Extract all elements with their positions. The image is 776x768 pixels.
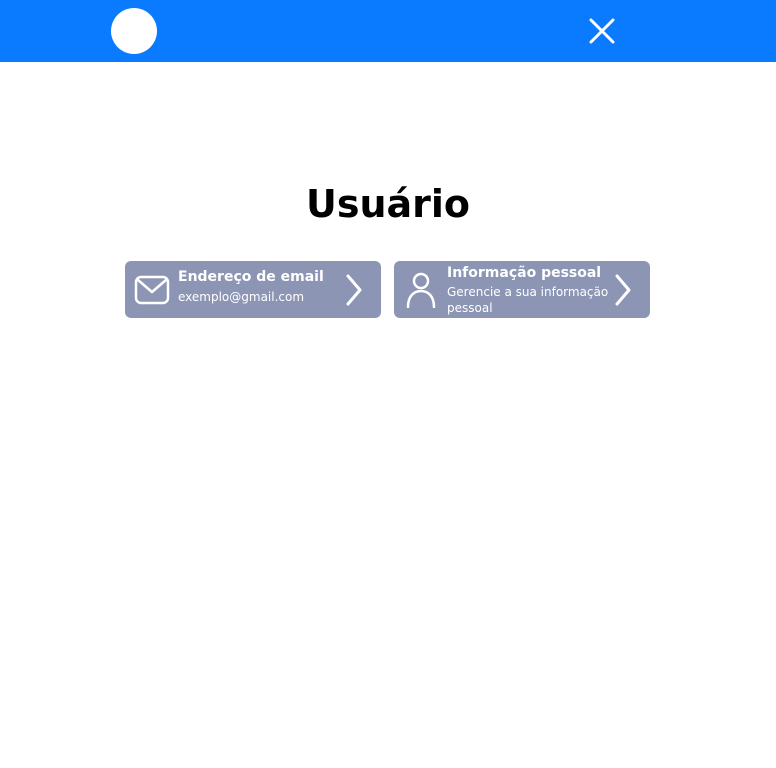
chevron-right-icon xyxy=(612,273,634,307)
personal-card-text: Informação pessoal Gerencie a sua inform… xyxy=(447,264,612,316)
page-title: Usuário xyxy=(305,182,471,226)
personal-info-card[interactable]: Informação pessoal Gerencie a sua inform… xyxy=(394,261,650,318)
email-card-label: Endereço de email xyxy=(178,269,324,285)
chevron-right-icon xyxy=(343,273,365,307)
personal-card-label: Informação pessoal xyxy=(447,265,602,281)
personal-card-description: Gerencie a sua informação pessoal xyxy=(447,285,609,315)
email-card-value: exemplo@gmail.com xyxy=(178,290,305,304)
email-card-text: Endereço de email exemplo@gmail.com xyxy=(178,268,324,305)
email-address-card[interactable]: Endereço de email exemplo@gmail.com xyxy=(125,261,381,318)
user-icon xyxy=(403,272,439,308)
close-icon xyxy=(589,18,615,44)
top-bar xyxy=(0,0,776,62)
avatar[interactable] xyxy=(111,8,157,54)
close-button[interactable] xyxy=(586,14,618,48)
mail-icon xyxy=(134,272,170,308)
